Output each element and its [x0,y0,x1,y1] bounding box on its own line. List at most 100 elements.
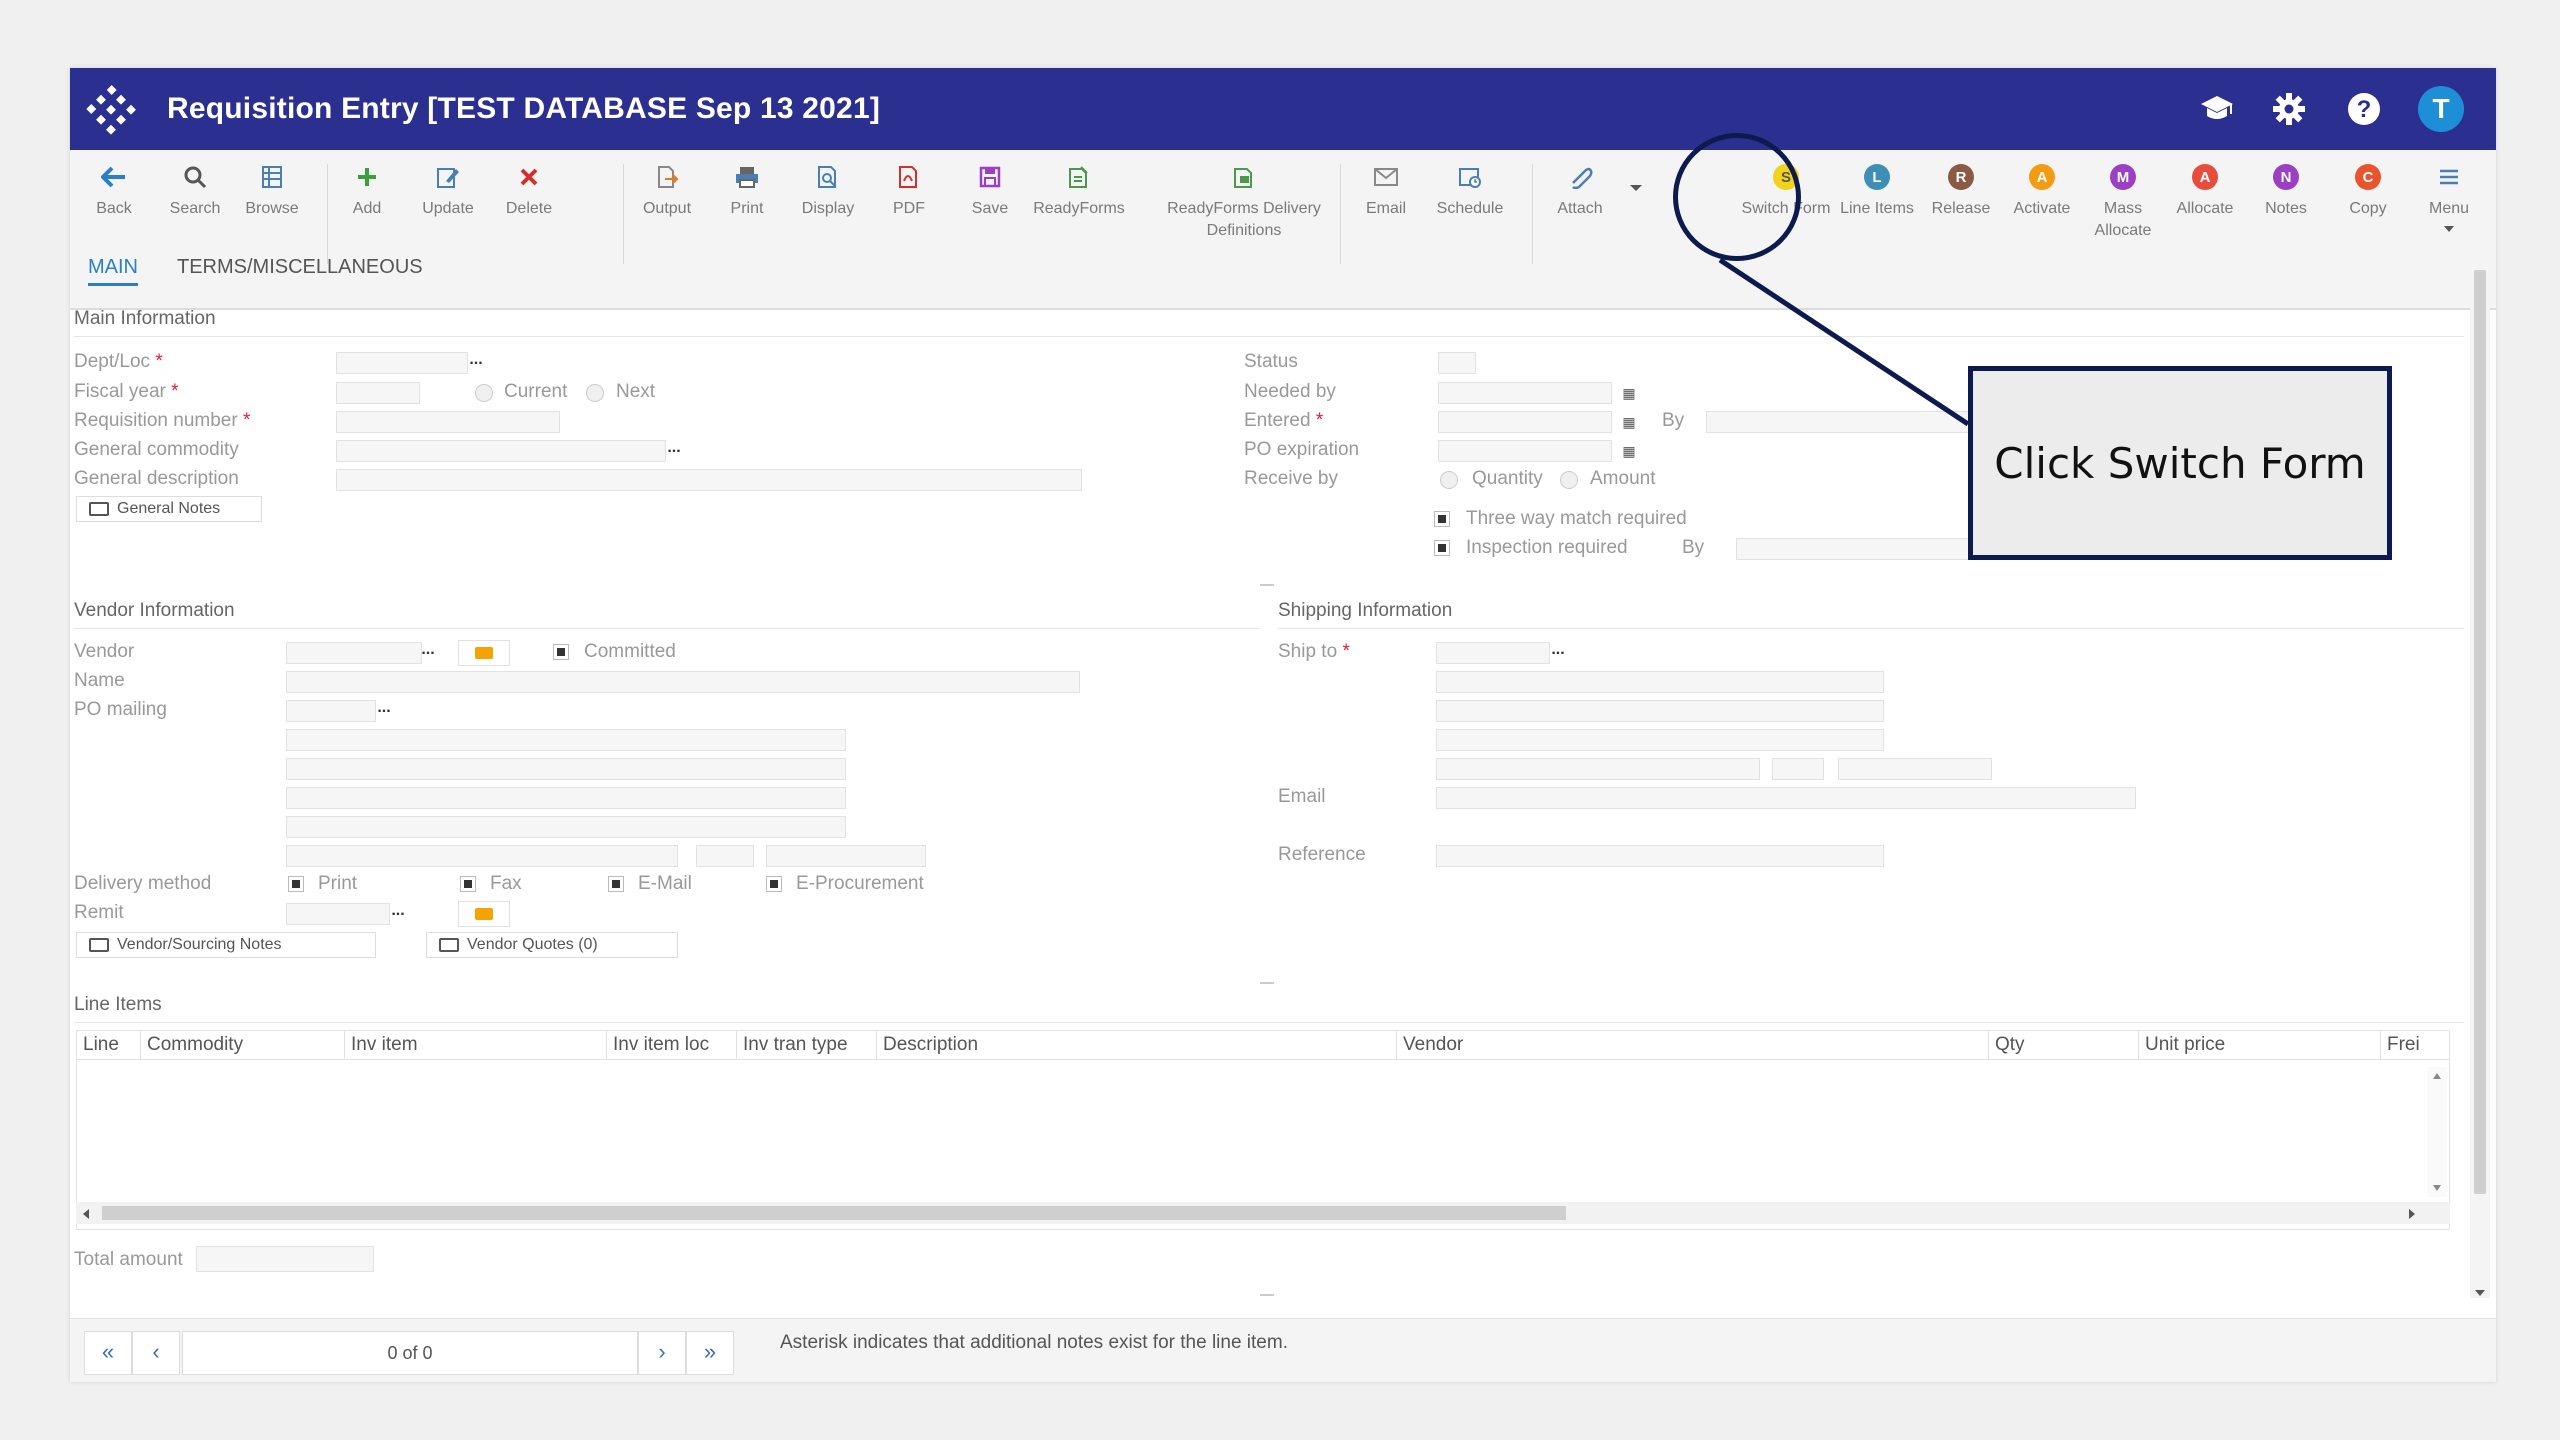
vendor-quotes-button[interactable]: Vendor Quotes (0) [426,932,678,958]
help-icon[interactable]: ? [2341,86,2387,132]
vendor-input[interactable] [286,642,422,664]
general-description-input[interactable] [336,469,1082,491]
print-button[interactable]: Print [708,156,786,220]
dept-loc-lookup-icon[interactable]: ... [462,352,490,374]
menu-button[interactable]: Menu [2410,156,2488,238]
scroll-thumb[interactable] [2474,270,2486,1194]
readyforms-button[interactable]: ReadyForms [1027,156,1131,220]
delivery-eprocurement-checkbox[interactable] [766,876,782,892]
column-header-line[interactable]: Line [77,1031,141,1059]
tab-main[interactable]: MAIN [88,252,138,286]
page-vertical-scrollbar[interactable] [2470,258,2490,1298]
reference-input[interactable] [1436,845,1884,867]
ship-address-line-1[interactable] [1436,671,1884,693]
release-button[interactable]: R Release [1922,156,2000,220]
general-commodity-lookup-icon[interactable]: ... [660,440,688,462]
tab-terms-miscellaneous[interactable]: TERMS/MISCELLANEOUS [177,252,423,286]
column-header-description[interactable]: Description [877,1031,1397,1059]
browse-button[interactable]: Browse [233,156,311,220]
line-items-grid[interactable]: Line Commodity Inv item Inv item loc Inv… [76,1030,2450,1230]
scroll-down-icon[interactable] [2474,1284,2486,1302]
column-header-freight[interactable]: Frei [2381,1031,2427,1059]
save-button[interactable]: Save [951,156,1029,220]
general-notes-button[interactable]: General Notes [76,496,262,522]
add-button[interactable]: Add [328,156,406,220]
allocate-button[interactable]: A Allocate [2166,156,2244,220]
delivery-print-checkbox[interactable] [288,876,304,892]
display-button[interactable]: Display [789,156,867,220]
ship-zip-input[interactable] [1838,758,1992,780]
delete-button[interactable]: Delete [490,156,568,220]
ship-state-input[interactable] [1772,758,1824,780]
line-items-button[interactable]: L Line Items [1838,156,1916,220]
dept-loc-input[interactable] [336,352,468,374]
ship-city-input[interactable] [1436,758,1760,780]
vendor-name-input[interactable] [286,671,1080,693]
po-mailing-lookup-icon[interactable]: ... [370,700,398,722]
ship-address-line-2[interactable] [1436,700,1884,722]
output-button[interactable]: Output [628,156,706,220]
ship-email-input[interactable] [1436,787,2136,809]
graduation-cap-icon[interactable] [2194,86,2240,132]
po-state-input[interactable] [696,845,754,867]
remit-folder-icon[interactable] [458,901,510,927]
splitter-handle[interactable] [1260,584,1274,586]
inspection-required-checkbox[interactable] [1434,540,1450,556]
general-commodity-input[interactable] [336,440,666,462]
ship-address-line-3[interactable] [1436,729,1884,751]
status-input[interactable] [1438,352,1476,374]
po-mailing-input[interactable] [286,700,376,722]
column-header-qty[interactable]: Qty [1989,1031,2139,1059]
update-button[interactable]: Update [409,156,487,220]
fiscal-year-input[interactable] [336,382,420,404]
search-button[interactable]: Search [156,156,234,220]
email-button[interactable]: Email [1347,156,1425,220]
splitter-handle[interactable] [1260,982,1274,984]
notes-button[interactable]: N Notes [2247,156,2325,220]
entered-input[interactable] [1438,411,1612,433]
delivery-fax-checkbox[interactable] [460,876,476,892]
fiscal-year-current-radio[interactable] [475,384,493,402]
calendar-icon[interactable]: ▦ [1618,382,1640,404]
readyforms-delivery-button[interactable]: ReadyForms Delivery Definitions [1156,156,1332,242]
previous-page-button[interactable]: ‹ [132,1331,180,1375]
scroll-right-icon[interactable] [2408,1207,2416,1225]
attach-dropdown-icon[interactable] [1628,180,1644,198]
calendar-icon[interactable]: ▦ [1618,411,1640,433]
committed-checkbox[interactable] [553,644,569,660]
pdf-button[interactable]: PDF [870,156,948,220]
scroll-left-icon[interactable] [82,1207,90,1225]
receive-by-quantity-radio[interactable] [1440,471,1458,489]
gear-icon[interactable] [2266,86,2312,132]
vendor-sourcing-notes-button[interactable]: Vendor/Sourcing Notes [76,932,376,958]
scroll-thumb[interactable] [102,1206,1566,1220]
remit-input[interactable] [286,903,390,925]
splitter-handle[interactable] [1260,1294,1274,1296]
column-header-commodity[interactable]: Commodity [141,1031,345,1059]
column-header-inv-tran-type[interactable]: Inv tran type [737,1031,877,1059]
ship-to-input[interactable] [1436,642,1550,664]
mass-allocate-button[interactable]: M Mass Allocate [2084,156,2162,242]
fiscal-year-next-radio[interactable] [586,384,604,402]
po-address-line-3[interactable] [286,787,846,809]
vendor-folder-icon[interactable] [458,640,510,666]
po-city-input[interactable] [286,845,678,867]
first-page-button[interactable]: « [84,1331,132,1375]
calendar-icon[interactable]: ▦ [1618,440,1640,462]
po-address-line-2[interactable] [286,758,846,780]
vendor-lookup-icon[interactable]: ... [414,642,442,664]
user-avatar[interactable]: T [2418,86,2464,132]
schedule-button[interactable]: Schedule [1431,156,1509,220]
po-address-line-1[interactable] [286,729,846,751]
next-page-button[interactable]: › [638,1331,686,1375]
column-header-vendor[interactable]: Vendor [1397,1031,1989,1059]
po-address-line-4[interactable] [286,816,846,838]
grid-vertical-scrollbar[interactable] [2427,1067,2447,1197]
po-expiration-input[interactable] [1438,440,1612,462]
requisition-number-input[interactable] [336,411,560,433]
ship-to-lookup-icon[interactable]: ... [1544,642,1572,664]
app-logo-icon[interactable] [84,82,138,136]
three-way-match-checkbox[interactable] [1434,511,1450,527]
attach-button[interactable]: Attach [1541,156,1619,220]
column-header-inv-item[interactable]: Inv item [345,1031,607,1059]
